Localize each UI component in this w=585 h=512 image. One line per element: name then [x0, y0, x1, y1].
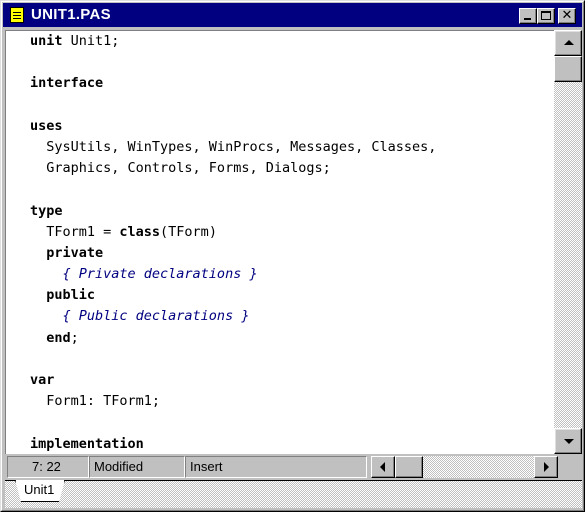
code-line[interactable]: SysUtils, WinTypes, WinProcs, Messages, …: [30, 137, 436, 158]
close-icon: ✕: [561, 8, 573, 23]
code-comment: { Private declarations }: [30, 266, 258, 283]
code-token: SysUtils, WinTypes, WinProcs, Messages, …: [30, 138, 437, 155]
minimize-button[interactable]: [519, 8, 537, 24]
scroll-right-button[interactable]: [534, 456, 558, 478]
code-line[interactable]: [30, 412, 436, 433]
arrow-left-icon: [380, 462, 385, 472]
code-comment: { Public declarations }: [30, 308, 250, 325]
code-keyword: class: [119, 223, 161, 240]
cursor-position: 7: 22: [7, 456, 89, 478]
code-keyword: end: [46, 329, 71, 346]
code-line[interactable]: type: [30, 201, 436, 222]
code-line[interactable]: uses: [30, 116, 436, 137]
vertical-scroll-thumb[interactable]: [554, 56, 582, 82]
title-bar[interactable]: UNIT1.PAS ✕: [3, 3, 582, 27]
code-keyword: public: [46, 287, 96, 304]
window-title: UNIT1.PAS: [31, 6, 111, 23]
code-line[interactable]: Form1: TForm1;: [30, 391, 436, 412]
code-keyword: interface: [30, 75, 104, 92]
close-button[interactable]: ✕: [558, 8, 576, 24]
code-line[interactable]: [30, 95, 436, 116]
code-token: TForm1 =: [30, 223, 120, 240]
code-keyword: implementation: [30, 435, 144, 452]
horizontal-scroll-thumb[interactable]: [395, 456, 423, 478]
code-line[interactable]: [30, 179, 436, 200]
arrow-up-icon: [564, 40, 574, 45]
code-keyword: type: [30, 202, 63, 219]
maximize-button[interactable]: [537, 8, 555, 24]
code-token: Graphics, Controls, Forms, Dialogs;: [30, 160, 331, 177]
code-line[interactable]: TForm1 = class(TForm): [30, 222, 436, 243]
code-line[interactable]: [30, 52, 436, 73]
arrow-right-icon: [544, 462, 549, 472]
code-keyword: uses: [30, 117, 63, 134]
scroll-down-button[interactable]: [554, 428, 582, 454]
code-line[interactable]: implementation: [30, 434, 436, 454]
minimize-icon: [524, 18, 531, 20]
code-line[interactable]: { Private declarations }: [30, 264, 436, 285]
horizontal-scrollbar[interactable]: [371, 456, 558, 478]
code-line[interactable]: Graphics, Controls, Forms, Dialogs;: [30, 158, 436, 179]
size-grip[interactable]: [558, 456, 580, 478]
code-line[interactable]: public: [30, 285, 436, 306]
code-editor[interactable]: unit Unit1; interface uses SysUtils, Win…: [5, 30, 554, 454]
tab-strip: Unit1: [5, 480, 582, 508]
arrow-down-icon: [564, 439, 574, 444]
insert-mode-indicator: Insert: [185, 456, 367, 478]
code-line[interactable]: [30, 349, 436, 370]
editor-window: UNIT1.PAS ✕ unit Unit1; interface uses S…: [0, 0, 585, 512]
maximize-icon: [541, 11, 551, 20]
scroll-left-button[interactable]: [371, 456, 395, 478]
code-line[interactable]: { Public declarations }: [30, 306, 436, 327]
tab-label: Unit1: [24, 482, 55, 497]
code-line[interactable]: unit Unit1;: [30, 31, 436, 52]
code-line[interactable]: interface: [30, 73, 436, 94]
modified-indicator: Modified: [89, 456, 185, 478]
code-token: (TForm): [160, 223, 217, 240]
tab-unit1[interactable]: Unit1: [15, 480, 65, 502]
code-line[interactable]: private: [30, 243, 436, 264]
document-icon[interactable]: [10, 7, 24, 23]
code-token: Form1: TForm1;: [30, 393, 161, 410]
code-line[interactable]: var: [30, 370, 436, 391]
status-bar: 7: 22 Modified Insert: [5, 454, 582, 480]
code-keyword: private: [46, 244, 104, 261]
code-line[interactable]: end;: [30, 328, 436, 349]
scroll-up-button[interactable]: [554, 30, 582, 56]
vertical-scrollbar[interactable]: [554, 30, 582, 454]
code-keyword: unit: [30, 33, 63, 49]
code-token: Unit1;: [62, 33, 120, 49]
code-token: ;: [70, 329, 79, 346]
code-text[interactable]: unit Unit1; interface uses SysUtils, Win…: [30, 31, 436, 454]
code-keyword: var: [30, 372, 55, 388]
